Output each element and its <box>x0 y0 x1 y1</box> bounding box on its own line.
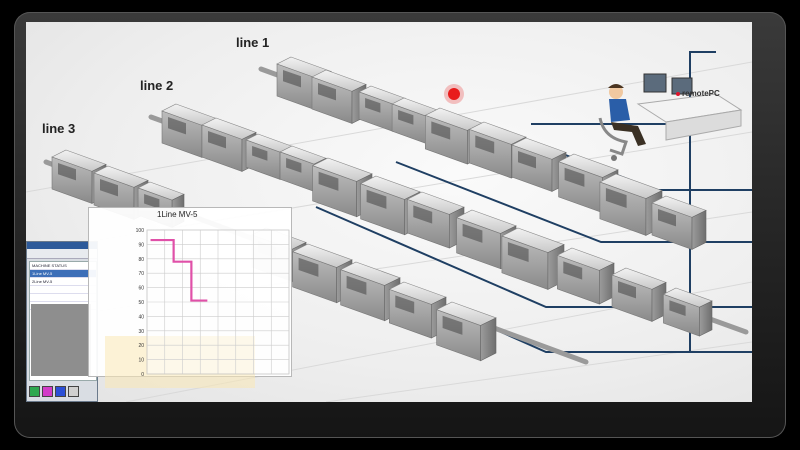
machine-icon <box>435 301 497 362</box>
line-3-label: line 3 <box>42 121 76 136</box>
machine-icon <box>511 137 567 192</box>
status-swatch <box>55 386 66 397</box>
chart-window[interactable]: 1Line MV-5 0 10 20 30 40 50 60 70 80 90 100 0 10 20 3… <box>88 207 292 388</box>
status-swatches <box>29 386 79 397</box>
y-tick-label: 20 <box>138 343 144 349</box>
table-row[interactable]: 1Line MV-5 <box>30 270 96 278</box>
y-tick-label: 80 <box>138 257 144 263</box>
y-tick-label: 100 <box>136 228 145 234</box>
machine-icon <box>311 69 367 124</box>
y-tick-label: 40 <box>138 314 144 320</box>
y-tick-label: 0 <box>141 372 144 376</box>
y-tick-label: 60 <box>138 286 144 292</box>
table-row: MACHINE STATUS <box>30 262 96 270</box>
status-swatch <box>29 386 40 397</box>
panel-toolbar <box>27 249 97 259</box>
factory-line-diagram: line 1 line 2 line 3 remotePC MACHINE ST… <box>26 22 752 402</box>
y-tick-label: 10 <box>138 358 144 364</box>
machine-icon <box>501 227 565 290</box>
chart-grid <box>146 229 290 375</box>
remote-pc-tag: remotePC <box>676 89 720 98</box>
table-row[interactable]: 2Line MV-5 <box>30 278 96 286</box>
y-tick-label: 30 <box>138 329 144 335</box>
line-chart: 1Line MV-5 0 10 20 30 40 50 60 70 80 90 100 0 10 20 3… <box>136 210 290 376</box>
status-swatch <box>42 386 53 397</box>
chart-y-ticks: 0 10 20 30 40 50 60 70 80 90 100 <box>136 228 145 376</box>
status-swatch <box>68 386 79 397</box>
y-tick-label: 70 <box>138 271 144 277</box>
y-tick-label: 90 <box>138 242 144 248</box>
machine-icon <box>662 287 713 337</box>
remote-pc-label: remotePC <box>682 89 720 98</box>
machine-icon <box>406 191 465 249</box>
line-2-label: line 2 <box>140 78 174 93</box>
panel-preview-area <box>31 304 91 376</box>
signal-lamp-glow <box>444 84 464 104</box>
machine-icon <box>556 247 615 305</box>
chart-title: 1Line MV-5 <box>157 210 198 219</box>
table-row <box>30 294 96 302</box>
remote-pc-workstation[interactable] <box>598 73 743 161</box>
line-1-label: line 1 <box>236 35 270 50</box>
y-tick-label: 50 <box>138 300 144 306</box>
table-row <box>30 286 96 294</box>
panel-titlebar <box>27 242 97 249</box>
machine-icon <box>611 267 667 322</box>
remote-dot-icon <box>676 91 680 96</box>
